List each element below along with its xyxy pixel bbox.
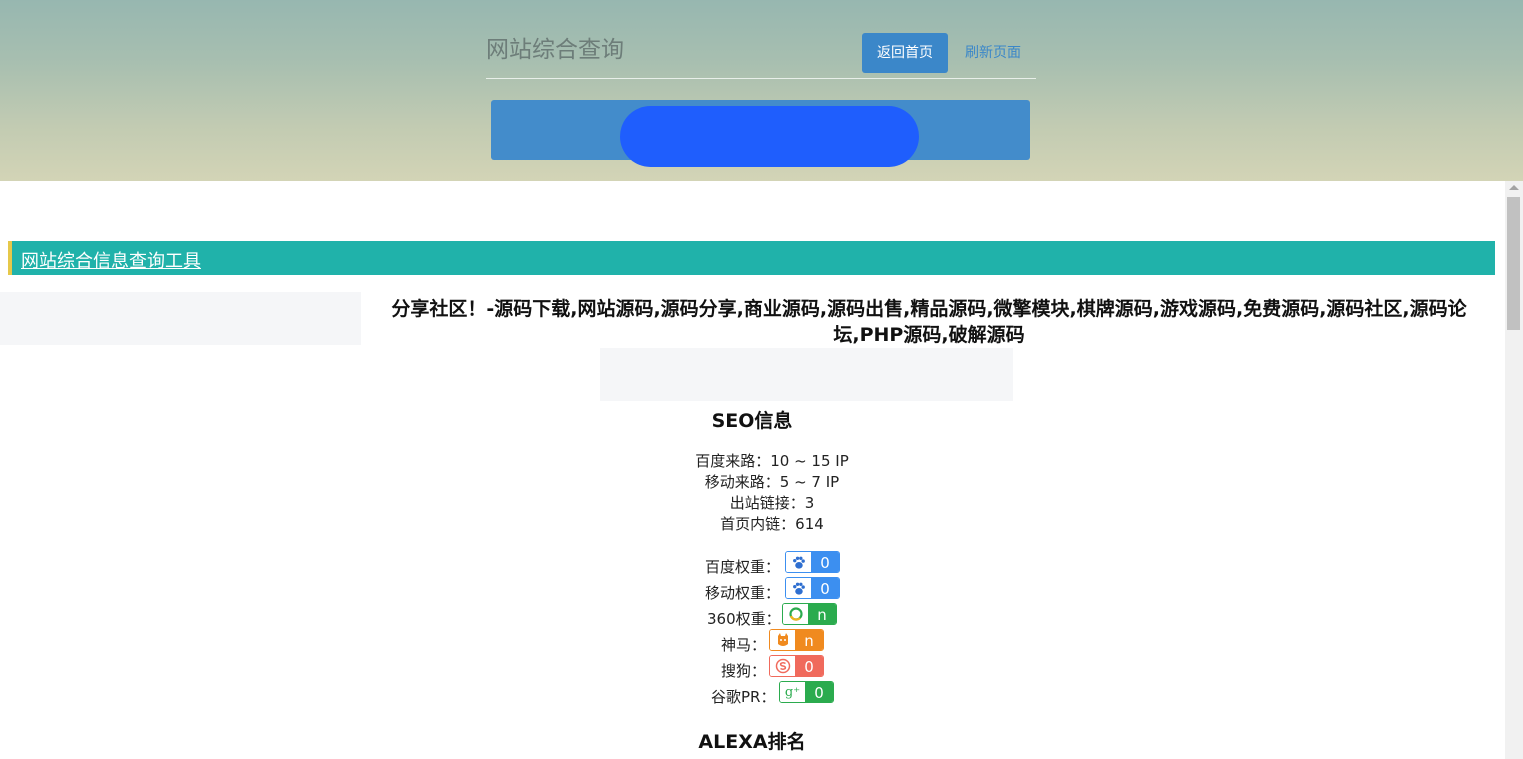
stat-outbound-links: 出站链接：3 [729,494,815,512]
weight-value: 0 [811,552,839,572]
weight-row-baidu: 百度权重： 0 [0,551,1523,576]
weight-badge[interactable]: g⁺ 0 [779,681,834,703]
tool-title-bar: 网站综合信息查询工具 [8,241,1495,275]
weight-value: n [795,630,823,650]
header-divider [486,78,1036,79]
redacted-overlay [620,106,919,167]
stat-baidu-traffic: 百度来路：10 ~ 15 IP [695,452,849,470]
weight-value: 0 [795,656,823,676]
seo-heading: SEO信息 [711,410,793,432]
weight-row-360: 360权重： n [0,603,1523,628]
weight-value: n [808,604,836,624]
tool-title-link[interactable]: 网站综合信息查询工具 [21,247,201,273]
weight-badge[interactable]: 0 [785,577,840,599]
weight-label: 百度权重： [705,558,781,576]
360-ring-icon [783,604,808,624]
site-info-placeholder [600,348,1013,401]
baidu-paw-icon [786,578,811,598]
weight-label: 移动权重： [705,584,781,602]
stat-internal-links: 首页内链：614 [720,515,824,533]
header-banner: 网站综合查询 返回首页 刷新页面 [0,0,1523,181]
shenma-icon [770,630,795,650]
site-thumbnail-placeholder [0,292,361,345]
weight-badge[interactable]: n [782,603,837,625]
weight-label: 谷歌PR： [711,688,776,706]
weight-value: 0 [805,682,833,702]
google-plus-icon: g⁺ [780,682,805,702]
weight-row-sogou: 搜狗： 0 [0,655,1523,680]
home-button[interactable]: 返回首页 [862,33,948,73]
scrollbar-thumb[interactable] [1507,197,1520,330]
weight-badge[interactable]: 0 [785,551,840,573]
seo-stats: 百度来路：10 ~ 15 IP 移动来路：5 ~ 7 IP 出站链接：3 首页内… [622,451,922,535]
sogou-icon [770,656,795,676]
weight-badge[interactable]: n [769,629,824,651]
weight-row-google: 谷歌PR： g⁺ 0 [0,681,1523,706]
weight-label: 360权重： [707,610,781,628]
stat-mobile-traffic: 移动来路：5 ~ 7 IP [704,473,840,491]
site-title: 网站综合查询 [486,37,624,63]
weight-row-shenma: 神马： n [0,629,1523,654]
scroll-up-arrow-icon[interactable] [1509,185,1519,190]
baidu-paw-icon [786,552,811,572]
weight-badge[interactable]: 0 [769,655,824,677]
site-description: 分享社区！-源码下载,网站源码,源码分享,商业源码,源码出售,精品源码,微擎模块… [391,298,1467,346]
weight-row-mobile: 移动权重： 0 [0,577,1523,602]
alexa-heading: ALEXA排名 [698,731,806,753]
weight-label: 神马： [721,636,767,654]
weight-value: 0 [811,578,839,598]
weight-label: 搜狗： [721,662,767,680]
refresh-link[interactable]: 刷新页面 [965,33,1021,73]
